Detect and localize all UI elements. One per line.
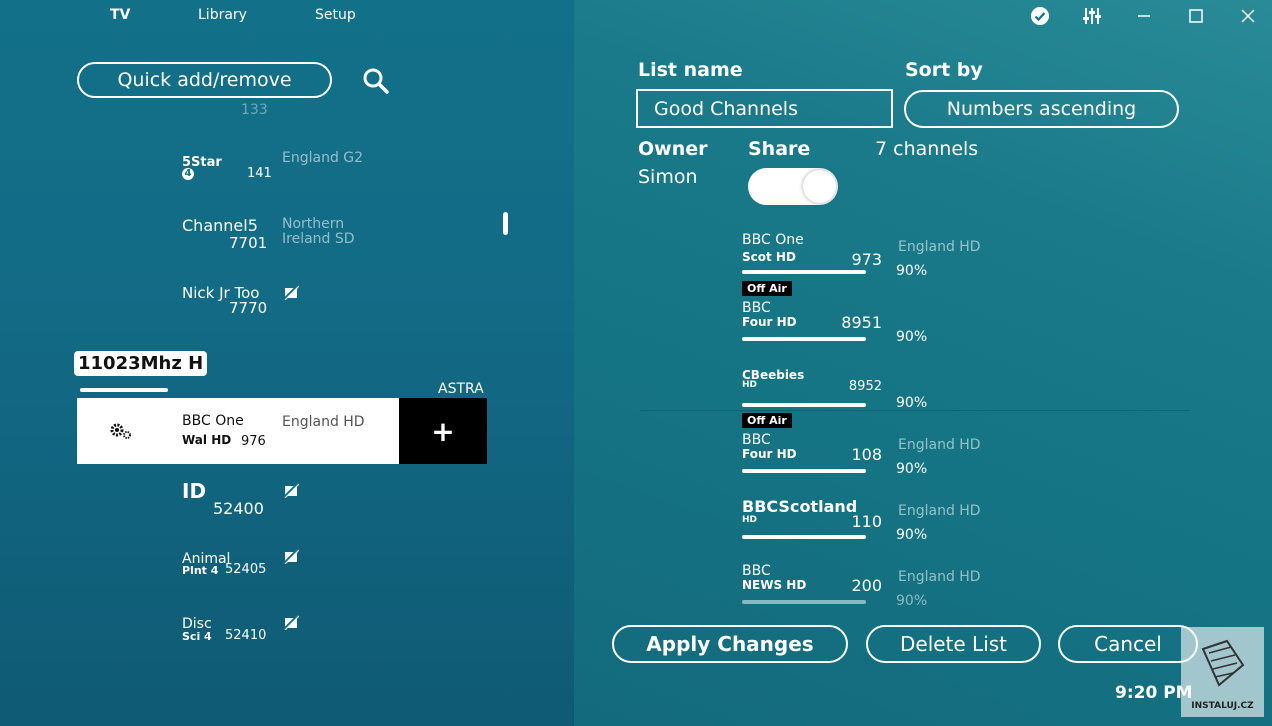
channel-region: England HD — [282, 414, 365, 430]
watermark-logo-icon — [1201, 639, 1245, 687]
channel-number: 8952 — [848, 379, 882, 394]
channel-logo-text: Four HD — [742, 315, 797, 329]
channel-logo-text: Scot HD — [742, 250, 796, 264]
list-channel-row[interactable]: CBeebies HD 8952 — [742, 368, 882, 413]
signal-bar — [742, 403, 866, 407]
channel-region: England HD — [898, 437, 981, 453]
share-toggle-knob — [803, 170, 836, 203]
list-name-input[interactable]: Good Channels — [636, 89, 893, 128]
watermark-logo-text: INSTALUJ.CZ — [1191, 701, 1254, 711]
signal-bar — [742, 469, 866, 473]
channel-logo-text: Wal HD — [182, 433, 232, 447]
channel-logo-text: Plnt 4 — [182, 564, 219, 577]
search-icon[interactable] — [362, 67, 390, 95]
channel-number: 200 — [851, 576, 882, 595]
signal-percent: 90% — [896, 593, 928, 609]
list-channel-row[interactable]: BBCScotland HD 110 — [742, 497, 882, 542]
frequency-underline — [80, 388, 168, 392]
channel-number: 52400 — [213, 499, 264, 518]
channel-number: 110 — [851, 512, 882, 531]
list-channel-row[interactable]: BBC Four HD 8951 — [742, 300, 882, 345]
channel-region: England HD — [898, 239, 981, 255]
no-signal-icon — [283, 614, 299, 630]
share-toggle[interactable] — [748, 168, 838, 205]
channel-logo-text: BBC — [742, 432, 771, 448]
gear-icon[interactable] — [110, 422, 132, 440]
check-circle-icon[interactable] — [1030, 6, 1050, 26]
no-signal-icon — [283, 482, 299, 498]
channel-number: 7701 — [229, 234, 268, 252]
sort-by-label: Sort by — [905, 59, 983, 81]
channel-region: England G2 — [282, 150, 364, 166]
channel-logo-text: BBCScotland — [742, 497, 858, 516]
scrollbar-thumb[interactable] — [503, 212, 508, 235]
maximize-icon[interactable] — [1186, 6, 1206, 26]
list-channel-row[interactable]: BBC Four HD 108 — [742, 432, 882, 477]
owner-label: Owner — [638, 138, 708, 160]
channel-number: 141 — [247, 166, 272, 181]
close-icon[interactable] — [1238, 6, 1258, 26]
no-signal-icon — [283, 284, 299, 300]
satellite-label: ASTRA — [438, 381, 484, 397]
signal-percent: 90% — [896, 263, 928, 279]
no-signal-icon — [283, 548, 299, 564]
channel-number: 7770 — [229, 299, 268, 317]
divider — [640, 410, 1190, 411]
channel-count: 7 channels — [875, 138, 979, 160]
channel-logo-text: BBC One — [742, 232, 804, 248]
channel-logo-text: BBC — [742, 563, 771, 579]
owner-value: Simon — [638, 166, 698, 188]
list-channel-row[interactable]: BBC One Scot HD 973 — [742, 232, 882, 277]
channel-logo-text: Channel5 — [182, 216, 258, 235]
nav-setup[interactable]: Setup — [315, 7, 356, 23]
signal-bar — [742, 600, 866, 604]
channel-logo-text: HD — [742, 515, 758, 525]
channel-number: 52410 — [225, 628, 267, 643]
off-air-badge: Off Air — [742, 413, 792, 428]
signal-percent: 90% — [896, 395, 928, 411]
signal-bar — [742, 535, 866, 539]
channel-logo-text: BBC — [742, 300, 771, 316]
signal-bar — [742, 270, 866, 274]
signal-percent: 90% — [896, 527, 928, 543]
list-name-label: List name — [638, 59, 743, 81]
list-channel-row[interactable]: BBC NEWS HD 200 — [742, 563, 882, 608]
channel-region: England HD — [898, 503, 981, 519]
channel-logo-text: BBC One — [182, 413, 244, 429]
channel-number: 976 — [241, 434, 266, 449]
channel-number: 52405 — [225, 562, 267, 577]
signal-percent: 90% — [896, 461, 928, 477]
selected-channel-row[interactable]: BBC One Wal HD 976 England HD — [77, 398, 399, 464]
equalizer-icon[interactable] — [1082, 6, 1102, 26]
signal-percent: 90% — [896, 329, 928, 345]
minimize-icon[interactable] — [1134, 6, 1154, 26]
channel-logo-text: Sci 4 — [182, 630, 212, 643]
channel-logo-text: 4 — [182, 168, 194, 180]
channel-number-partial: 133 — [241, 102, 268, 118]
add-channel-button[interactable]: + — [399, 398, 487, 464]
quick-add-remove-button[interactable]: Quick add/remove — [77, 62, 332, 98]
delete-list-button[interactable]: Delete List — [866, 625, 1041, 663]
channel-logo-text: NEWS HD — [742, 578, 807, 592]
channel-logo-text: Four HD — [742, 447, 797, 461]
watermark-logo: INSTALUJ.CZ — [1181, 627, 1264, 717]
sort-by-select[interactable]: Numbers ascending — [904, 90, 1179, 128]
channel-logo-text: HD — [742, 380, 758, 390]
nav-library[interactable]: Library — [198, 7, 247, 23]
frequency-label: 11023Mhz H — [74, 351, 208, 376]
off-air-badge: Off Air — [742, 281, 792, 296]
channel-number: 973 — [851, 250, 882, 269]
cancel-button[interactable]: Cancel — [1058, 625, 1198, 663]
channel-region: Northern Ireland SD — [282, 216, 355, 247]
share-label: Share — [748, 138, 811, 160]
channel-region: England HD — [898, 569, 981, 585]
nav-tv[interactable]: TV — [110, 7, 130, 23]
channel-number: 8951 — [841, 313, 882, 332]
channel-number: 108 — [851, 445, 882, 464]
channel-logo-text: ID — [182, 479, 207, 503]
apply-changes-button[interactable]: Apply Changes — [612, 625, 848, 663]
signal-bar — [742, 337, 866, 341]
